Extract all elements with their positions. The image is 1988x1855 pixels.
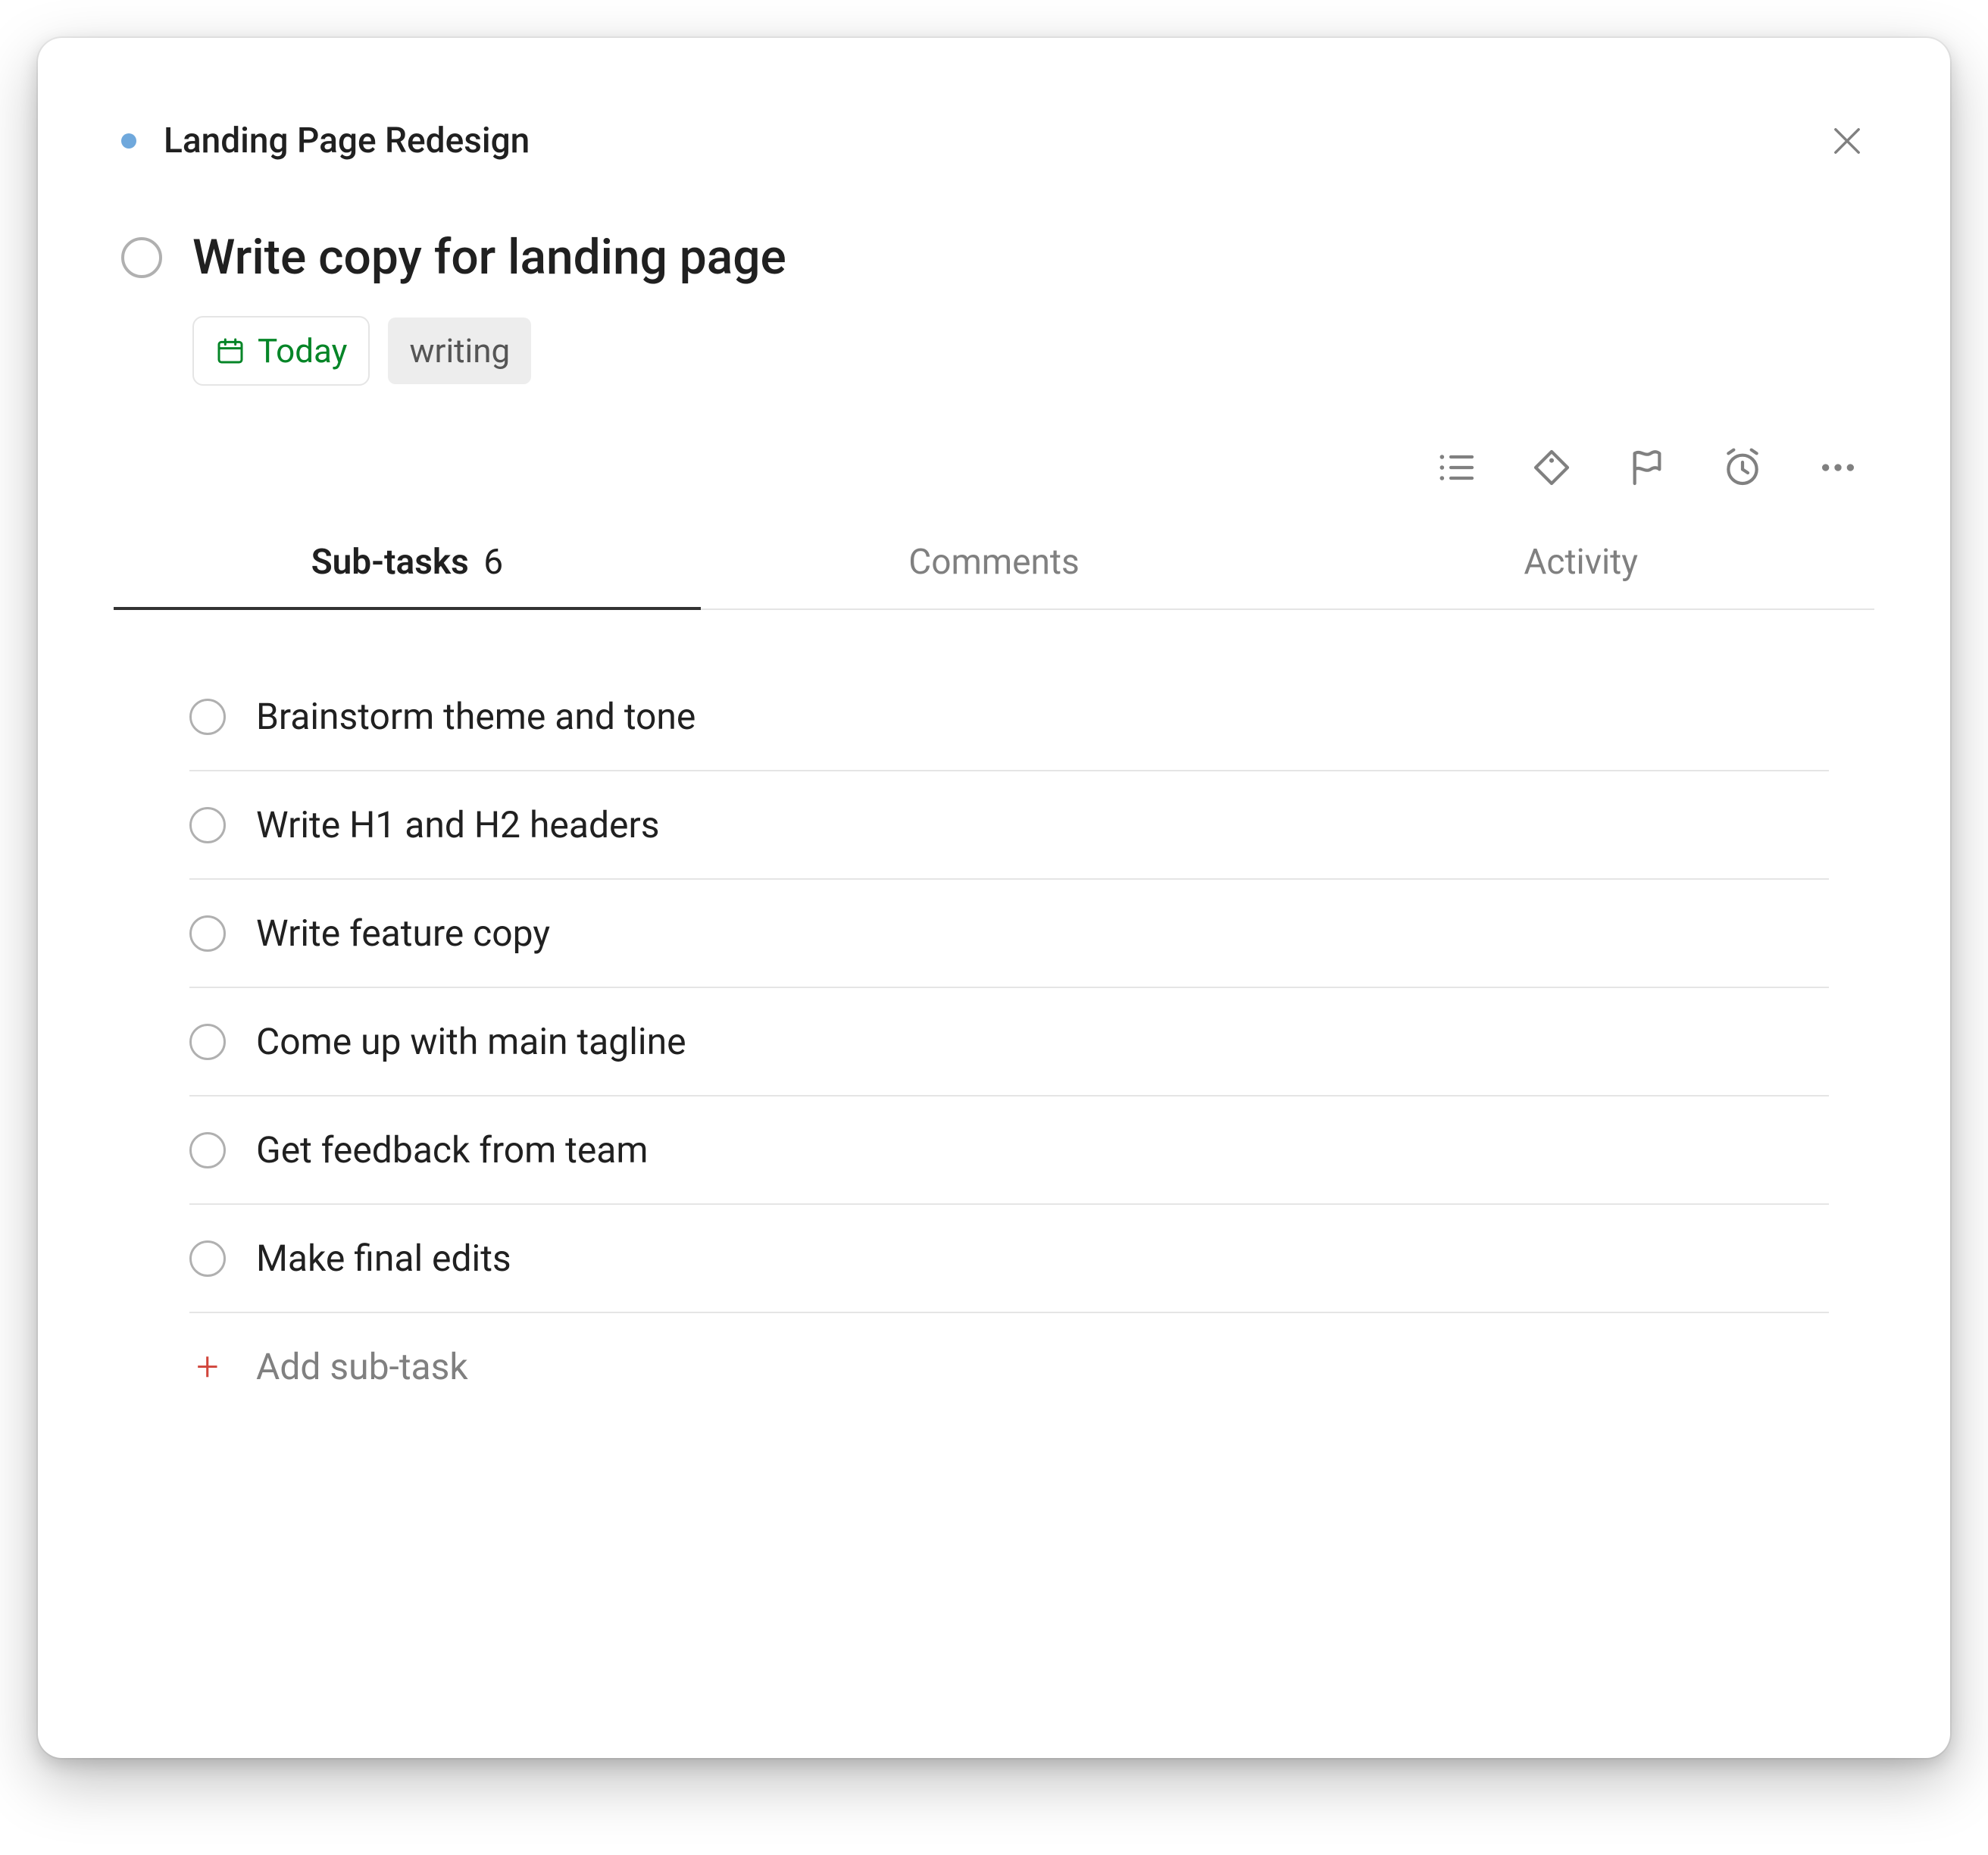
subtask-checkbox[interactable] [189, 1240, 226, 1277]
task-title-row: Write copy for landing page [114, 229, 1874, 286]
subtask-row: Make final edits [189, 1205, 1829, 1313]
labels-button[interactable] [1530, 446, 1573, 489]
subtask-row: Write H1 and H2 headers [189, 771, 1829, 880]
calendar-icon [215, 336, 245, 366]
subtask-checkbox[interactable] [189, 1132, 226, 1168]
subtask-title[interactable]: Write feature copy [256, 912, 550, 955]
tag-chip-writing[interactable]: writing [388, 318, 531, 384]
subtask-checkbox[interactable] [189, 915, 226, 952]
tab-activity[interactable]: Activity [1287, 519, 1874, 608]
priority-button[interactable] [1626, 446, 1668, 489]
add-subtask-label: Add sub-task [256, 1345, 468, 1388]
tab-activity-label: Activity [1524, 542, 1638, 583]
subtask-row: Get feedback from team [189, 1096, 1829, 1205]
subtask-title[interactable]: Come up with main tagline [256, 1020, 686, 1063]
close-button[interactable] [1820, 114, 1874, 168]
subtask-title[interactable]: Get feedback from team [256, 1128, 649, 1171]
subtask-row: Brainstorm theme and tone [189, 663, 1829, 771]
subtasks-button[interactable] [1435, 446, 1477, 489]
list-icon [1435, 446, 1477, 489]
subtask-checkbox[interactable] [189, 807, 226, 843]
breadcrumb-row: Landing Page Redesign [114, 114, 1874, 168]
flag-icon [1626, 446, 1668, 489]
tab-subtasks-label: Sub-tasks [311, 542, 469, 583]
reminder-button[interactable] [1721, 446, 1764, 489]
project-color-dot [121, 133, 136, 149]
project-name: Landing Page Redesign [164, 120, 530, 161]
plus-icon: + [189, 1347, 226, 1387]
tab-subtasks-count: 6 [483, 542, 503, 583]
breadcrumb[interactable]: Landing Page Redesign [121, 120, 530, 161]
alarm-icon [1721, 446, 1764, 489]
subtask-title[interactable]: Make final edits [256, 1237, 511, 1280]
subtask-checkbox[interactable] [189, 699, 226, 735]
tab-subtasks[interactable]: Sub-tasks 6 [114, 519, 701, 608]
add-subtask-button[interactable]: + Add sub-task [189, 1313, 1829, 1420]
subtask-title[interactable]: Brainstorm theme and tone [256, 695, 695, 738]
subtask-title[interactable]: Write H1 and H2 headers [256, 803, 660, 846]
subtask-checkbox[interactable] [189, 1024, 226, 1060]
due-date-label: Today [258, 331, 347, 371]
tab-comments[interactable]: Comments [701, 519, 1288, 608]
task-meta-row: Today writing [114, 316, 1874, 386]
tab-comments-label: Comments [908, 542, 1079, 583]
task-title[interactable]: Write copy for landing page [192, 229, 786, 286]
more-actions-button[interactable] [1817, 446, 1859, 489]
task-complete-checkbox[interactable] [121, 237, 162, 278]
task-toolbar [114, 446, 1874, 489]
subtasks-list: Brainstorm theme and tone Write H1 and H… [114, 663, 1874, 1420]
task-detail-panel: Landing Page Redesign Write copy for lan… [38, 38, 1950, 1758]
tag-icon [1530, 446, 1573, 489]
tab-bar: Sub-tasks 6 Comments Activity [114, 519, 1874, 610]
close-icon [1827, 121, 1867, 161]
due-date-chip[interactable]: Today [192, 316, 370, 386]
subtask-row: Write feature copy [189, 880, 1829, 988]
more-icon [1817, 446, 1859, 489]
subtask-row: Come up with main tagline [189, 988, 1829, 1096]
